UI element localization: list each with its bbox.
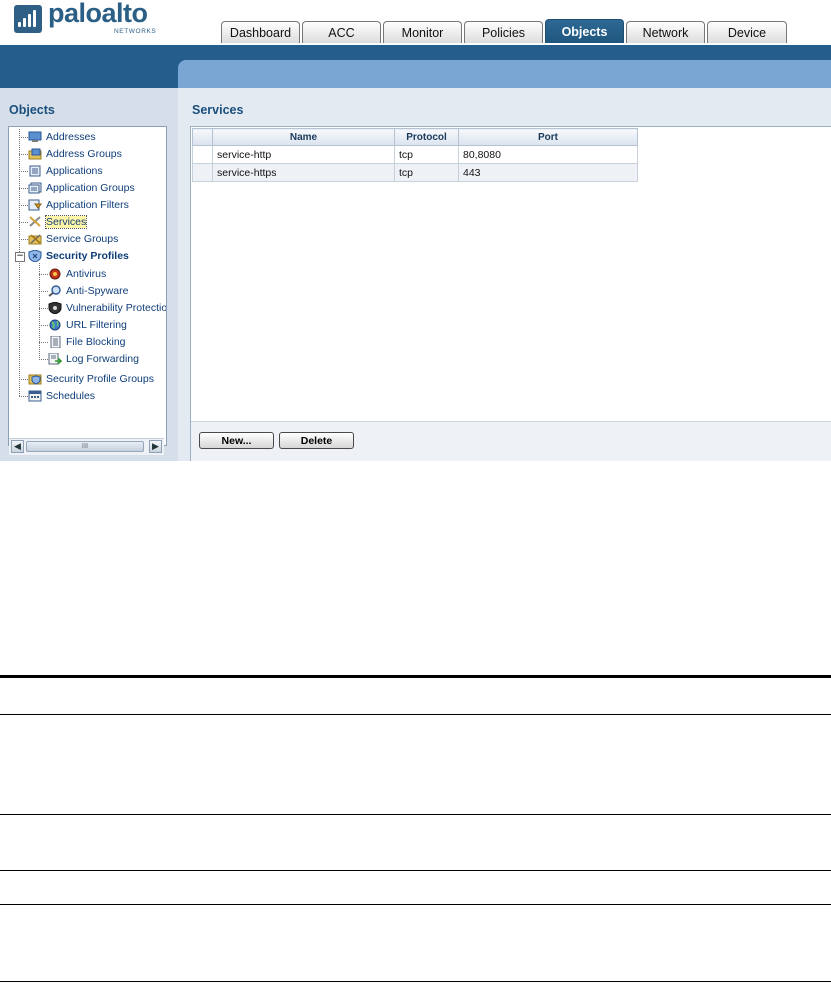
tree-horizontal-scrollbar[interactable]: ◀ III ▶ (9, 438, 164, 455)
document-rule (0, 981, 831, 982)
app-window: paloalto NETWORKS Dashboard ACC Monitor … (0, 0, 831, 461)
document-rule-thick (0, 675, 831, 678)
sidebar-item-address-groups[interactable]: Address Groups (28, 146, 122, 162)
applications-icon (28, 165, 42, 177)
sidebar-item-log-forwarding[interactable]: Log Forwarding (48, 351, 139, 367)
sidebar-item-services[interactable]: Services (28, 214, 88, 230)
main-tabs: Dashboard ACC Monitor Policies Objects N… (221, 19, 789, 45)
tab-policies[interactable]: Policies (464, 21, 543, 43)
sidebar-item-application-groups[interactable]: Application Groups (28, 180, 135, 196)
services-toolbar: New... Delete (191, 421, 831, 461)
sidebar-item-schedules[interactable]: Schedules (28, 388, 95, 404)
sidebar-item-security-profiles[interactable]: Security Profiles (28, 248, 129, 264)
address-group-icon (28, 148, 42, 160)
collapse-toggle[interactable]: − (15, 252, 25, 262)
antivirus-icon (48, 268, 62, 280)
scroll-left-button[interactable]: ◀ (11, 440, 24, 453)
service-protocol: tcp (394, 145, 459, 164)
sidebar-item-addresses[interactable]: Addresses (28, 129, 96, 145)
scroll-thumb[interactable]: III (26, 441, 144, 452)
sidebar-item-application-filters[interactable]: Application Filters (28, 197, 129, 213)
folder-shield-icon (28, 373, 42, 385)
document-rule (0, 814, 831, 815)
service-name-link[interactable]: service-https (212, 163, 395, 182)
column-header-port[interactable]: Port (458, 128, 638, 146)
palo-alto-logo: paloalto NETWORKS (14, 0, 157, 36)
application-groups-icon (28, 182, 42, 194)
service-protocol: tcp (394, 163, 459, 182)
sidebar-item-security-profile-groups[interactable]: Security Profile Groups (28, 371, 154, 387)
row-selector[interactable] (192, 145, 213, 164)
delete-button[interactable]: Delete (279, 432, 354, 449)
tab-network[interactable]: Network (626, 21, 705, 43)
service-port: 443 (458, 163, 638, 182)
row-selector[interactable] (192, 163, 213, 182)
sidebar-item-file-blocking[interactable]: File Blocking (48, 334, 126, 350)
network-address-icon (28, 131, 42, 143)
new-button[interactable]: New... (199, 432, 274, 449)
log-forward-icon (48, 352, 63, 365)
sidebar-item-vulnerability-protection[interactable]: Vulnerability Protection (48, 300, 166, 316)
services-title: Services (192, 103, 244, 117)
sidebar-item-antivirus[interactable]: Antivirus (48, 266, 106, 282)
select-column-header[interactable] (192, 128, 213, 146)
tab-acc[interactable]: ACC (302, 21, 381, 43)
application-filters-icon (28, 199, 42, 211)
services-table: Name Protocol Port service-http tcp 80,8… (192, 128, 638, 182)
sidebar-item-url-filtering[interactable]: URL Filtering (48, 317, 127, 333)
sidebar-item-applications[interactable]: Applications (28, 163, 103, 179)
tab-monitor[interactable]: Monitor (383, 21, 462, 43)
calendar-icon (28, 390, 42, 402)
sidebar-item-service-groups[interactable]: Service Groups (28, 231, 118, 247)
services-content: Name Protocol Port service-http tcp 80,8… (190, 126, 831, 461)
shield-icon (28, 249, 42, 263)
sidebar-item-anti-spyware[interactable]: Anti-Spyware (48, 283, 128, 299)
scroll-right-button[interactable]: ▶ (149, 440, 162, 453)
tab-dashboard[interactable]: Dashboard (221, 21, 300, 43)
services-panel: Services Name Protocol Port service-http (178, 88, 831, 461)
objects-nav-panel: Objects Addresses Address Groups Applica… (0, 88, 178, 461)
globe-icon (48, 319, 62, 331)
tab-objects[interactable]: Objects (545, 19, 624, 43)
tab-device[interactable]: Device (707, 21, 787, 43)
tools-icon (28, 216, 42, 228)
table-row[interactable]: service-http tcp 80,8080 (192, 145, 638, 164)
objects-tree: Addresses Address Groups Applications Ap… (8, 126, 167, 446)
document-rule (0, 714, 831, 715)
nav-panel-title: Objects (9, 103, 55, 117)
header-subbanner (178, 60, 831, 88)
service-port: 80,8080 (458, 145, 638, 164)
logo-text: paloalto (48, 0, 148, 28)
column-header-name[interactable]: Name (212, 128, 395, 146)
logo-mark-icon (14, 5, 42, 33)
table-row[interactable]: service-https tcp 443 (192, 163, 638, 182)
magnifier-icon (48, 285, 62, 297)
logo-subtext: NETWORKS (114, 28, 157, 35)
document-icon (48, 335, 62, 349)
document-rule (0, 904, 831, 905)
table-header-row: Name Protocol Port (192, 128, 638, 146)
column-header-protocol[interactable]: Protocol (394, 128, 459, 146)
document-rule (0, 870, 831, 871)
vulnerability-icon (48, 301, 62, 315)
service-name-link[interactable]: service-http (212, 145, 395, 164)
service-groups-icon (28, 233, 42, 245)
